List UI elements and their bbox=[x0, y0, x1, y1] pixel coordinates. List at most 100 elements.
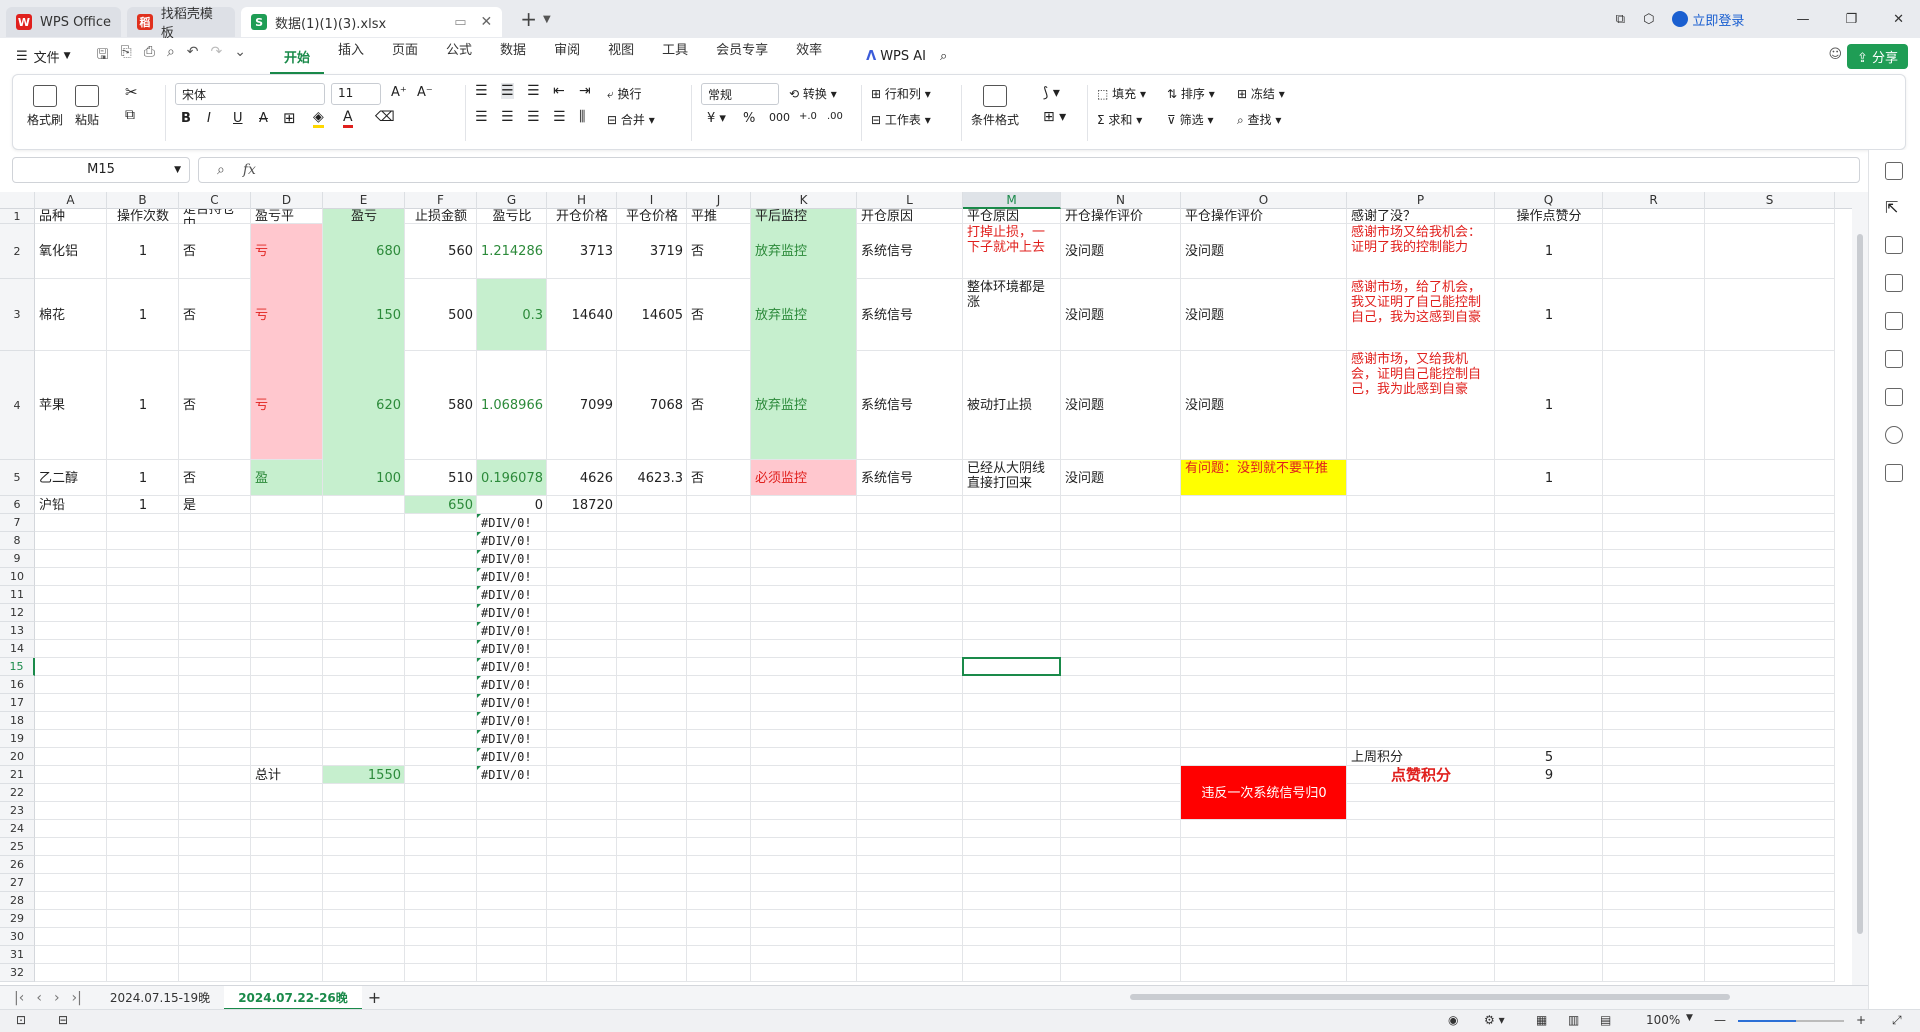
cell-L1[interactable]: 开仓原因 bbox=[857, 209, 963, 224]
cell-G15[interactable]: #DIV/0! bbox=[477, 658, 547, 676]
row-header-22[interactable]: 22 bbox=[0, 784, 35, 802]
cell-A5[interactable]: 乙二醇 bbox=[35, 460, 107, 496]
export-icon[interactable]: ⎘ bbox=[121, 44, 132, 68]
cell-N1[interactable]: 开仓操作评价 bbox=[1061, 209, 1181, 224]
cell-E2[interactable]: 680 bbox=[323, 224, 405, 279]
cell-B3[interactable]: 1 bbox=[107, 279, 179, 351]
cell-B2[interactable]: 1 bbox=[107, 224, 179, 279]
clear-format-icon[interactable]: ⌫ bbox=[375, 109, 395, 125]
cell-I3[interactable]: 14605 bbox=[617, 279, 687, 351]
cell-G1[interactable]: 盈亏比 bbox=[477, 209, 547, 224]
next-sheet-icon[interactable]: › bbox=[48, 990, 66, 1006]
wrap-text-button[interactable]: ⤶ 换行 bbox=[607, 85, 642, 102]
row-header-5[interactable]: 5 bbox=[0, 460, 35, 496]
font-size-select[interactable]: 11 bbox=[331, 83, 381, 105]
row-header-16[interactable]: 16 bbox=[0, 676, 35, 694]
cell-P3[interactable]: 感谢市场，给了机会，我又证明了自己能控制自己，我为这感到自豪 bbox=[1347, 279, 1495, 351]
window-restore-icon[interactable]: ▭ bbox=[454, 15, 466, 30]
cell-G21[interactable]: #DIV/0! bbox=[477, 766, 547, 784]
column-header-S[interactable]: S bbox=[1705, 192, 1835, 209]
cell-D5[interactable]: 盈 bbox=[251, 460, 323, 496]
cell-H2[interactable]: 3713 bbox=[547, 224, 617, 279]
conditional-format-button[interactable]: 条件格式 bbox=[971, 85, 1019, 128]
freeze-button[interactable]: ⊞ 冻结 ▾ bbox=[1237, 85, 1285, 102]
row-header-13[interactable]: 13 bbox=[0, 622, 35, 640]
cell-O5[interactable]: 有问题：没到就不要平推 bbox=[1181, 460, 1347, 496]
cell-D3[interactable]: 亏 bbox=[251, 279, 323, 351]
row-header-6[interactable]: 6 bbox=[0, 496, 35, 514]
cell-K3[interactable]: 放弃监控 bbox=[751, 279, 857, 351]
cell-O2[interactable]: 没问题 bbox=[1181, 224, 1347, 279]
more-icon[interactable] bbox=[1885, 464, 1903, 482]
cell-P5[interactable] bbox=[1347, 460, 1495, 496]
share-button[interactable]: ⇪ 分享 bbox=[1846, 44, 1908, 69]
maximize-icon[interactable]: ❐ bbox=[1845, 12, 1857, 27]
feedback-icon[interactable]: ☺ bbox=[1828, 47, 1842, 62]
cell-E1[interactable]: 盈亏 bbox=[323, 209, 405, 224]
cell-Q2[interactable]: 1 bbox=[1495, 224, 1603, 279]
fill-color-icon[interactable]: ◈ bbox=[313, 109, 324, 128]
strikethrough-icon[interactable]: A bbox=[259, 111, 268, 126]
scroll-thumb[interactable] bbox=[1130, 994, 1730, 1000]
cell-G13[interactable]: #DIV/0! bbox=[477, 622, 547, 640]
spreadsheet-grid[interactable]: ABCDEFGHIJKLMNOPQRS 1 2 3 4 5 6 7 8 9 10 11 12 13 14 1… bbox=[0, 192, 1868, 985]
thousands-icon[interactable]: 000 bbox=[769, 111, 790, 124]
print-preview-icon[interactable]: ⌕ bbox=[167, 44, 175, 68]
cell-E4[interactable]: 620 bbox=[323, 351, 405, 460]
row-header-14[interactable]: 14 bbox=[0, 640, 35, 658]
horizontal-scrollbar[interactable] bbox=[1110, 993, 1830, 1001]
cell-P2[interactable]: 感谢市场又给我机会：证明了我的控制能力 bbox=[1347, 224, 1495, 279]
underline-icon[interactable]: U bbox=[233, 111, 243, 126]
row-header-17[interactable]: 17 bbox=[0, 694, 35, 712]
column-header-I[interactable]: I bbox=[617, 192, 687, 209]
align-top-icon[interactable]: ☰ bbox=[475, 83, 488, 99]
cell-A4[interactable]: 苹果 bbox=[35, 351, 107, 460]
row-header-12[interactable]: 12 bbox=[0, 604, 35, 622]
cell-G6[interactable]: 0 bbox=[477, 496, 547, 514]
cell-H5[interactable]: 4626 bbox=[547, 460, 617, 496]
cell-G18[interactable]: #DIV/0! bbox=[477, 712, 547, 730]
page-break-view-icon[interactable]: ▤ bbox=[1600, 1013, 1611, 1027]
wps-ai-button[interactable]: WPS AI bbox=[880, 49, 926, 64]
row-header-20[interactable]: 20 bbox=[0, 748, 35, 766]
cell-O4[interactable]: 没问题 bbox=[1181, 351, 1347, 460]
menu-formula[interactable]: 公式 bbox=[432, 39, 486, 74]
cell-C4[interactable]: 否 bbox=[179, 351, 251, 460]
undo-icon[interactable]: ↶ bbox=[187, 44, 199, 68]
cell-O1[interactable]: 平仓操作评价 bbox=[1181, 209, 1347, 224]
file-menu[interactable]: 文件 bbox=[34, 47, 64, 66]
row-header-29[interactable]: 29 bbox=[0, 910, 35, 928]
sheet-tab[interactable]: 2024.07.15-19晚 bbox=[96, 986, 224, 1010]
page-layout-icon[interactable]: ⊟ bbox=[58, 1013, 68, 1027]
cell-E6[interactable] bbox=[323, 496, 405, 514]
decrease-font-icon[interactable]: A⁻ bbox=[417, 85, 433, 100]
cell-Q3[interactable]: 1 bbox=[1495, 279, 1603, 351]
row-header-15[interactable]: 15 bbox=[0, 658, 35, 676]
decimal-decrease-icon[interactable]: .00 bbox=[827, 111, 843, 122]
cell-C3[interactable]: 否 bbox=[179, 279, 251, 351]
menu-member[interactable]: 会员专享 bbox=[702, 39, 782, 74]
row-header-31[interactable]: 31 bbox=[0, 946, 35, 964]
cell-G8[interactable]: #DIV/0! bbox=[477, 532, 547, 550]
cell-D1[interactable]: 盈亏平 bbox=[251, 209, 323, 224]
cell-L2[interactable]: 系统信号 bbox=[857, 224, 963, 279]
cell-L3[interactable]: 系统信号 bbox=[857, 279, 963, 351]
indent-increase-icon[interactable]: ⇥ bbox=[579, 83, 591, 99]
name-box[interactable]: M15 ▼ bbox=[12, 157, 190, 183]
cell-C1[interactable]: 是否持仓中 bbox=[179, 209, 251, 224]
cell-G11[interactable]: #DIV/0! bbox=[477, 586, 547, 604]
column-header-M[interactable]: M bbox=[963, 192, 1061, 209]
paste-button[interactable]: 粘贴 bbox=[75, 85, 99, 128]
column-header-F[interactable]: F bbox=[405, 192, 477, 209]
row-header-7[interactable]: 7 bbox=[0, 514, 35, 532]
cell-F2[interactable]: 560 bbox=[405, 224, 477, 279]
column-header-K[interactable]: K bbox=[751, 192, 857, 209]
cell-G9[interactable]: #DIV/0! bbox=[477, 550, 547, 568]
cell-E5[interactable]: 100 bbox=[323, 460, 405, 496]
cell-Q4[interactable]: 1 bbox=[1495, 351, 1603, 460]
copy-icon[interactable]: ⧉ bbox=[125, 107, 135, 123]
cell-G10[interactable]: #DIV/0! bbox=[477, 568, 547, 586]
menu-data[interactable]: 数据 bbox=[486, 39, 540, 74]
cell-G12[interactable]: #DIV/0! bbox=[477, 604, 547, 622]
save-icon[interactable]: 🖫 bbox=[97, 44, 109, 68]
